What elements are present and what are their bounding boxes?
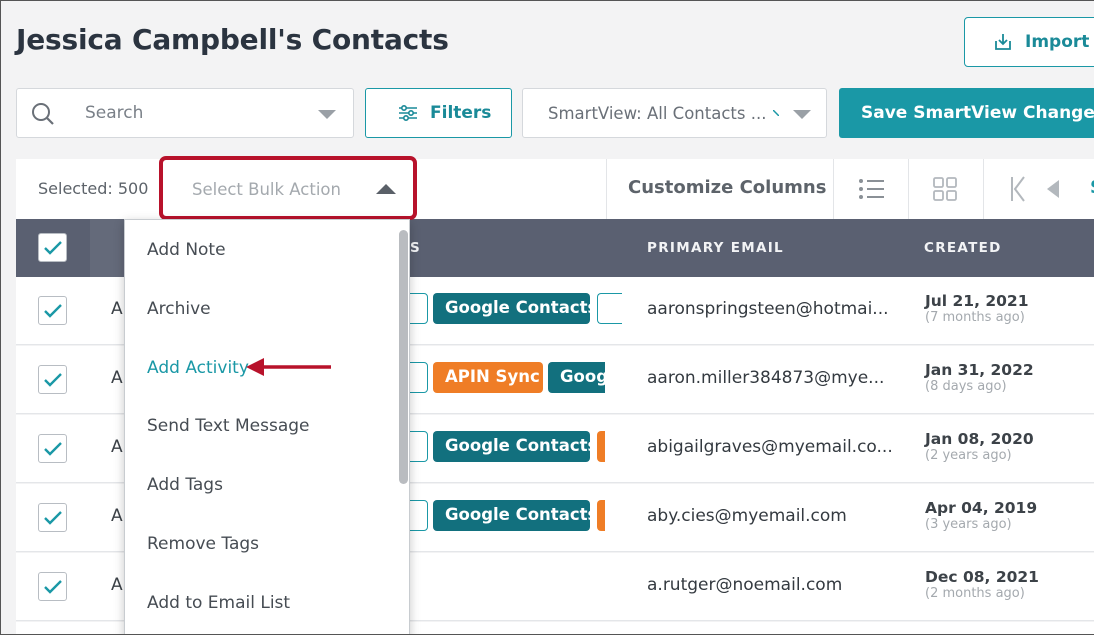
contact-name[interactable]: A bbox=[111, 575, 123, 595]
checkmark-icon bbox=[43, 441, 62, 456]
next-page-icon[interactable]: S bbox=[1090, 177, 1094, 198]
created-date: Jan 31, 2022 bbox=[925, 361, 1034, 379]
page-title: Jessica Campbell's Contacts bbox=[16, 23, 449, 56]
menu-item-send-text-message[interactable]: Send Text Message bbox=[147, 416, 310, 436]
download-icon bbox=[995, 34, 1011, 50]
checkmark-icon bbox=[43, 579, 62, 594]
menu-item-remove-tags[interactable]: Remove Tags bbox=[147, 534, 259, 554]
import-label: Import bbox=[1025, 32, 1090, 52]
bulk-action-highlight-box bbox=[159, 156, 417, 220]
primary-email[interactable]: aaron.miller384873@mye... bbox=[647, 368, 884, 388]
menu-item-archive[interactable]: Archive bbox=[147, 299, 211, 319]
primary-email[interactable]: aby.cies@myemail.com bbox=[647, 506, 847, 526]
created-ago: (3 years ago) bbox=[925, 517, 1012, 532]
contact-name[interactable]: A bbox=[111, 299, 123, 319]
contact-name[interactable]: A bbox=[111, 368, 123, 388]
row-checkbox[interactable] bbox=[38, 296, 67, 325]
smartview-label: SmartView: All Contacts ... bbox=[548, 103, 767, 123]
divider bbox=[606, 159, 607, 219]
tag-badge bbox=[597, 500, 605, 531]
divider bbox=[983, 159, 984, 219]
chevron-down-icon[interactable] bbox=[318, 110, 336, 119]
import-button[interactable]: Import bbox=[964, 17, 1094, 67]
row-checkbox[interactable] bbox=[38, 503, 67, 532]
tag-badge bbox=[597, 431, 605, 462]
row-checkbox[interactable] bbox=[38, 434, 67, 463]
chevron-down-icon[interactable] bbox=[793, 110, 811, 119]
contact-name[interactable]: A bbox=[111, 437, 123, 457]
tags-column-header[interactable]: S bbox=[410, 240, 421, 256]
search-placeholder: Search bbox=[85, 103, 144, 123]
primary-email-column-header[interactable]: PRIMARY EMAIL bbox=[647, 240, 784, 256]
created-ago: (8 days ago) bbox=[925, 379, 1007, 394]
contact-name[interactable]: A bbox=[111, 506, 123, 526]
checkmark-icon bbox=[43, 303, 62, 318]
list-view-icon[interactable] bbox=[858, 178, 884, 200]
checkmark-icon bbox=[43, 240, 62, 255]
first-page-icon[interactable] bbox=[1010, 176, 1026, 202]
name-column-header-bg bbox=[90, 219, 125, 277]
bulk-action-menu: Add Note Archive Add Activity Send Text … bbox=[124, 219, 410, 634]
created-date: Dec 08, 2021 bbox=[925, 568, 1039, 586]
row-checkbox[interactable] bbox=[38, 572, 67, 601]
menu-item-add-note[interactable]: Add Note bbox=[147, 240, 226, 260]
tag-badge: Google Contacts bbox=[433, 431, 590, 462]
created-date: Jan 08, 2020 bbox=[925, 430, 1034, 448]
primary-email[interactable]: a.rutger@noemail.com bbox=[647, 575, 842, 595]
tag-badge bbox=[597, 293, 622, 324]
checkmark-icon bbox=[43, 372, 62, 387]
search-icon bbox=[32, 103, 54, 125]
grid-view-icon[interactable] bbox=[933, 177, 958, 202]
filters-button[interactable]: Filters bbox=[365, 88, 512, 138]
created-date: Jul 21, 2021 bbox=[925, 292, 1029, 310]
menu-item-add-to-email-list[interactable]: Add to Email List bbox=[147, 593, 290, 613]
smartview-select[interactable]: SmartView: All Contacts ... bbox=[522, 88, 827, 138]
tag-badge: Goog bbox=[548, 362, 605, 393]
menu-item-add-tags[interactable]: Add Tags bbox=[147, 475, 223, 495]
previous-page-icon[interactable] bbox=[1046, 179, 1060, 199]
primary-email[interactable]: aaronspringsteen@hotmai... bbox=[647, 299, 889, 319]
pencil-icon bbox=[773, 110, 779, 116]
tag-badge: Google Contacts bbox=[433, 293, 590, 324]
app-window: Jessica Campbell's Contacts Import Searc… bbox=[0, 0, 1094, 635]
row-checkbox[interactable] bbox=[38, 365, 67, 394]
sliders-icon bbox=[399, 104, 417, 122]
select-all-checkbox[interactable] bbox=[38, 233, 67, 262]
search-box[interactable]: Search bbox=[16, 88, 354, 138]
divider bbox=[908, 159, 909, 219]
filters-label: Filters bbox=[430, 103, 492, 123]
created-column-header[interactable]: CREATED bbox=[924, 240, 1002, 256]
divider bbox=[833, 159, 834, 219]
menu-item-add-activity[interactable]: Add Activity bbox=[147, 358, 249, 378]
created-ago: (2 months ago) bbox=[925, 586, 1025, 601]
created-date: Apr 04, 2019 bbox=[925, 499, 1038, 517]
menu-scrollbar[interactable] bbox=[399, 230, 408, 484]
tag-badge: Google Contacts bbox=[433, 500, 590, 531]
checkmark-icon bbox=[43, 510, 62, 525]
primary-email[interactable]: abigailgraves@myemail.co... bbox=[647, 437, 893, 457]
customize-columns-button[interactable]: Customize Columns bbox=[628, 177, 826, 198]
save-smartview-button[interactable]: Save SmartView Changes bbox=[839, 88, 1094, 138]
arrow-left-icon bbox=[246, 358, 331, 376]
tag-badge: APIN Sync bbox=[433, 362, 543, 393]
selected-count: Selected: 500 bbox=[38, 179, 149, 198]
created-ago: (7 months ago) bbox=[925, 310, 1025, 325]
created-ago: (2 years ago) bbox=[925, 448, 1012, 463]
